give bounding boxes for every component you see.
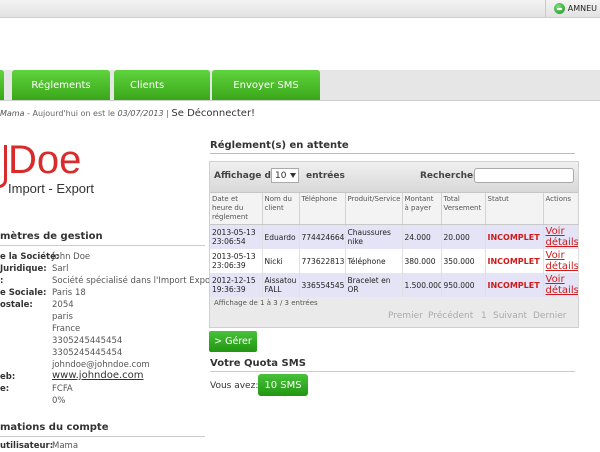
view-details-link[interactable]: Voir détails (543, 273, 579, 297)
current-date: 03/07/2013 (117, 109, 164, 118)
website-link[interactable]: www.johndoe.com (52, 370, 144, 381)
pager-next[interactable]: Suivant (493, 311, 527, 321)
logo-subtitle: Import - Export (8, 181, 94, 196)
divider (0, 245, 205, 246)
divider (210, 153, 575, 154)
pager-page-1[interactable]: 1 (481, 311, 487, 321)
account-section-title: mations du compte (0, 422, 109, 433)
column-header[interactable]: Statut (485, 193, 544, 225)
breadcrumb-user: Mama (0, 109, 25, 118)
breadcrumb: Mama - Aujourd'hui on est le 03/07/2013 … (0, 108, 256, 119)
logo-name: Doe (8, 138, 82, 182)
table-header-row: Date et heure du réglement Nom du client… (210, 193, 579, 225)
status-badge: INCOMPLET (485, 224, 544, 249)
table-row: 2012-12-15 19:36:39 Aissatou FALL 336554… (210, 273, 579, 297)
tab-reglements[interactable]: Réglements (12, 70, 110, 100)
tab-hidden-left[interactable] (0, 70, 4, 100)
main-nav: Réglements Clients Envoyer SMS (0, 70, 600, 101)
tab-envoyer-sms[interactable]: Envoyer SMS (212, 70, 320, 100)
divider (210, 371, 575, 372)
search-label: Rechercher: (420, 171, 482, 181)
tab-clients[interactable]: Clients (114, 70, 210, 100)
column-header[interactable]: Actions (543, 193, 579, 225)
page-size-label: Affichage de (214, 171, 278, 181)
status-badge: INCOMPLET (485, 273, 544, 297)
column-header[interactable]: Nom du client (262, 193, 300, 225)
quota-label: Vous avez: (210, 381, 259, 391)
payments-table: Affichage de 10 entrées Rechercher: Date… (209, 161, 579, 328)
column-header[interactable]: Produit/Service (345, 193, 403, 225)
payments-grid: Date et heure du réglement Nom du client… (210, 193, 579, 297)
page-size-select[interactable]: 10 (271, 168, 299, 183)
column-header[interactable]: Téléphone (299, 193, 346, 225)
top-bar: AMNEU (0, 0, 600, 18)
quota-title: Votre Quota SMS (210, 358, 306, 369)
table-row: 2013-05-13 23:06:39 Nicki 773622813 Télé… (210, 249, 579, 273)
entries-label: entrées (306, 171, 345, 181)
manage-button[interactable]: > Gérer (209, 331, 257, 352)
user-status-icon (553, 3, 565, 14)
pager-last[interactable]: Dernier (533, 311, 566, 321)
sms-quota-badge: 10 SMS (258, 374, 308, 396)
company-section-title: mètres de gestion (0, 231, 103, 242)
divider (0, 436, 205, 437)
chevron-down-icon (290, 173, 296, 178)
view-details-link[interactable]: Voir détails (543, 224, 579, 249)
column-header[interactable]: Total Versement (441, 193, 486, 225)
user-menu[interactable]: AMNEU (544, 0, 600, 17)
pager-previous[interactable]: Précédent (428, 311, 473, 321)
user-name: AMNEU (567, 4, 597, 13)
status-badge: INCOMPLET (485, 249, 544, 273)
column-header[interactable]: Date et heure du réglement (210, 193, 263, 225)
table-row: 2013-05-13 23:06:54 Eduardo 774424664 Ch… (210, 224, 579, 249)
pagination: Premier Précédent 1 Suivant Dernier (210, 307, 578, 326)
column-header[interactable]: Montant à payer (402, 193, 442, 225)
header-area (0, 18, 600, 70)
logo-mark (0, 145, 7, 188)
search-input[interactable] (474, 168, 574, 183)
pager-first[interactable]: Premier (388, 311, 423, 321)
view-details-link[interactable]: Voir détails (543, 249, 579, 273)
table-toolbar: Affichage de 10 entrées Rechercher: (210, 162, 578, 193)
logout-link[interactable]: Se Déconnecter! (171, 108, 255, 119)
table-info: Affichage de 1 à 3 / 3 entrées (214, 299, 318, 307)
payments-title: Réglement(s) en attente (210, 140, 349, 151)
